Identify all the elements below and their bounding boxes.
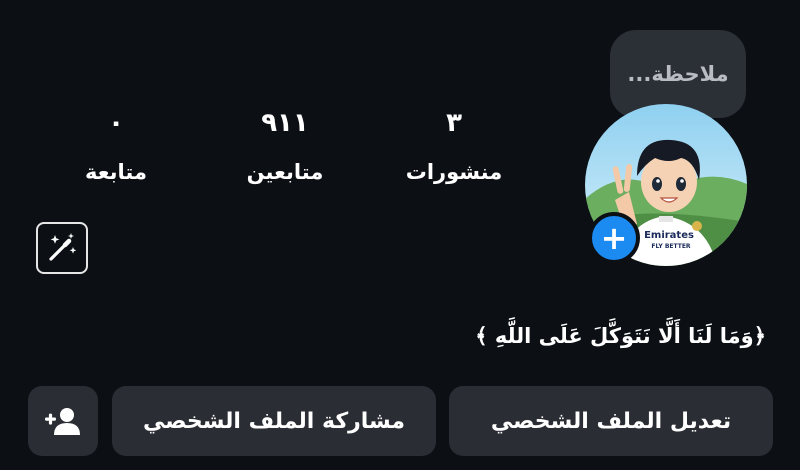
shirt-sponsor: Emirates (644, 230, 694, 241)
share-profile-button[interactable]: مشاركة الملف الشخصي (112, 386, 436, 456)
posts-count: ٣ (446, 108, 462, 138)
stat-posts[interactable]: ٣ منشورات (400, 108, 508, 186)
following-label: متابعة (85, 160, 147, 184)
add-person-icon (45, 408, 80, 435)
discover-people-button[interactable] (28, 386, 98, 456)
shirt-tagline: FLY BETTER (651, 243, 691, 250)
stat-following[interactable]: ٠ متابعة (76, 108, 156, 186)
magic-wand-button[interactable] (36, 222, 88, 274)
magic-wand-icon (49, 233, 77, 261)
plus-icon: + (600, 219, 628, 257)
followers-count: ٩١١ (261, 108, 309, 138)
edit-profile-button[interactable]: تعديل الملف الشخصي (449, 386, 773, 456)
posts-label: منشورات (405, 160, 503, 184)
add-story-button[interactable]: + (588, 212, 640, 264)
following-count: ٠ (108, 108, 124, 138)
profile-bio: ﴿وَمَا لَنَا أَلَّا نَتَوَكَّلَ عَلَى ال… (475, 324, 766, 348)
note-placeholder: ملاحظة... (627, 62, 729, 86)
stat-followers[interactable]: ٩١١ متابعين (240, 108, 330, 186)
followers-label: متابعين (246, 160, 324, 184)
